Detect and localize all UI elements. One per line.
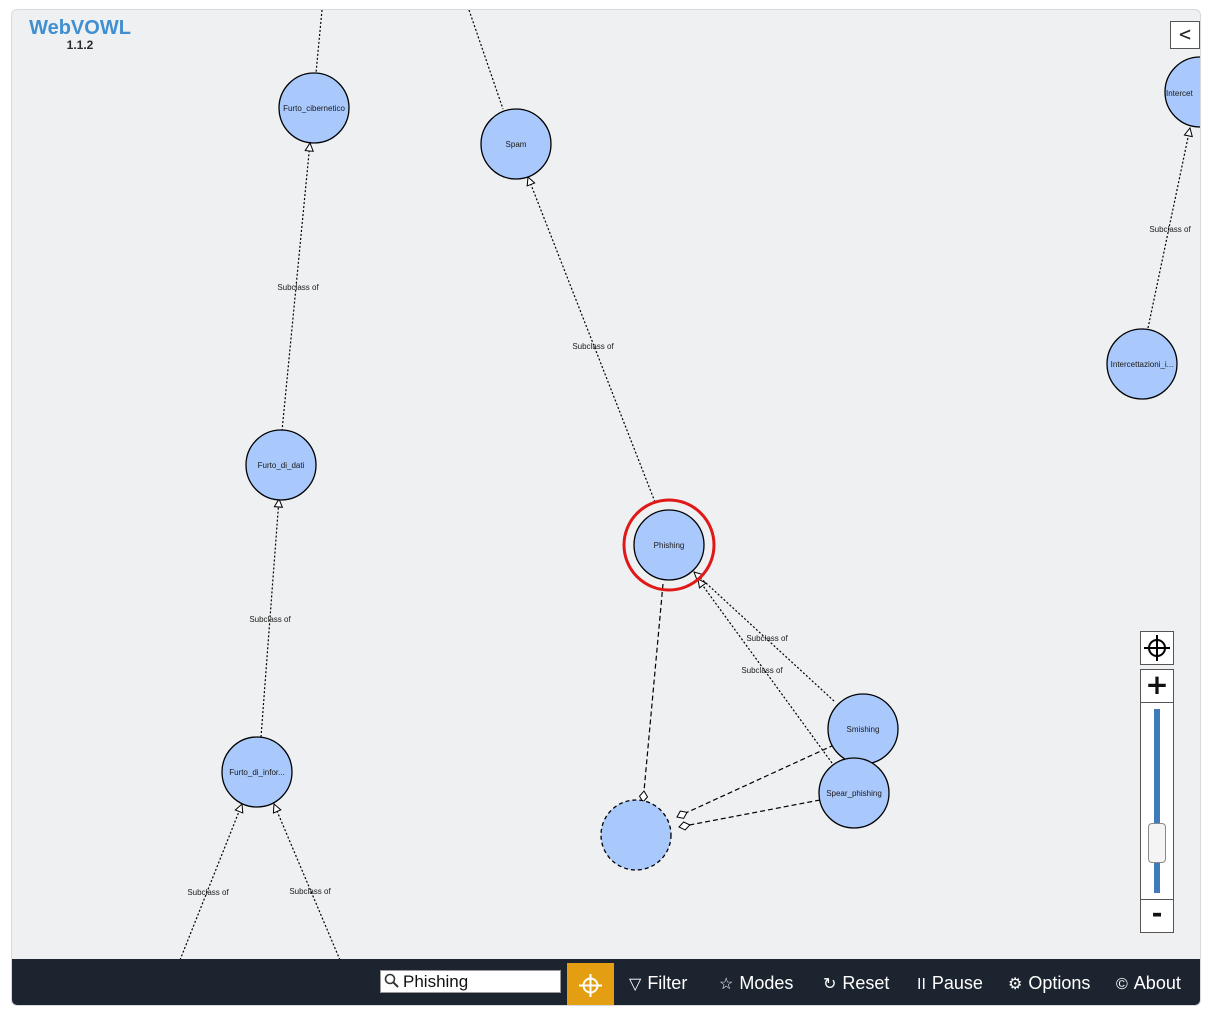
modes-label: Modes: [739, 973, 794, 993]
zoom-slider[interactable]: [1140, 703, 1174, 899]
filter-icon: ▽: [629, 976, 642, 993]
app-brand: WebVOWL 1.1.2: [25, 18, 135, 52]
node-label: Furto_di_dati: [258, 461, 305, 470]
app-version: 1.1.2: [66, 38, 94, 52]
node-spam[interactable]: Spam: [480, 108, 552, 180]
node-phishing[interactable]: Phishing: [622, 498, 716, 592]
edge-smishing-to-anonymous: [676, 744, 835, 819]
edge-label: Subclass of: [746, 634, 788, 643]
search-input[interactable]: [403, 972, 558, 991]
zoom-slider-thumb[interactable]: [1148, 822, 1166, 863]
edge-label: Subclass of: [289, 887, 331, 896]
node-label: Intercettazioni_i...: [1111, 360, 1174, 369]
crosshair-icon: [579, 974, 602, 997]
node-label: Phishing: [654, 541, 685, 550]
filter-label: Filter: [647, 973, 688, 993]
options-menu[interactable]: ⚙ Options: [1008, 971, 1090, 995]
app-title: WebVOWL: [29, 17, 131, 39]
edge-label: Subclass of: [1149, 225, 1191, 234]
zoom-controls: + -: [1140, 631, 1174, 934]
node-label: Intercet: [1166, 89, 1193, 98]
node-label: Furto_di_infor...: [229, 768, 285, 777]
copyright-icon: ©: [1116, 976, 1128, 993]
graph-canvas[interactable]: Subclass of Subclass of Subclass of Subc…: [11, 9, 1201, 1006]
star-icon: ☆: [719, 976, 734, 993]
node-spear-phishing[interactable]: Spear_phishing: [818, 757, 890, 829]
bottom-toolbar: ▽ Filter ☆ Modes ↻ Reset II Pause ⚙ Options ©…: [12, 959, 1200, 1005]
reset-icon: ↻: [823, 976, 837, 993]
edge-bottom-right-to-furto-di-infor: [274, 804, 341, 960]
crosshair-icon: [1144, 635, 1170, 661]
node-label: Smishing: [847, 725, 880, 734]
reset-label: Reset: [842, 973, 890, 993]
node-furto-cibernetico[interactable]: Furto_cibernetico: [278, 72, 350, 144]
sidebar-toggle-button[interactable]: <: [1170, 21, 1200, 49]
modes-menu[interactable]: ☆ Modes: [719, 971, 793, 995]
options-label: Options: [1028, 973, 1091, 993]
pause-icon: II: [917, 976, 926, 993]
edge-label: Subclass of: [741, 666, 783, 675]
gear-icon: ⚙: [1008, 976, 1023, 993]
pause-button[interactable]: II Pause: [917, 971, 983, 995]
node-intercet-partial[interactable]: Intercet: [1164, 56, 1200, 128]
node-intercettazioni[interactable]: Intercettazioni_i...: [1106, 328, 1178, 400]
edge-label: Subclass of: [187, 888, 229, 897]
ontology-graph[interactable]: Subclass of Subclass of Subclass of Subc…: [12, 10, 1200, 960]
edge-phishing-to-spam: [528, 177, 656, 503]
search-box[interactable]: [380, 970, 561, 993]
edge-spear-phishing-to-anonymous: [678, 799, 821, 831]
edge-top-to-spam: [468, 10, 504, 110]
center-graph-button[interactable]: [1140, 631, 1174, 665]
search-icon: [384, 973, 399, 988]
node-label: Furto_cibernetico: [283, 104, 345, 113]
zoom-slider-track: [1154, 709, 1160, 893]
filter-menu[interactable]: ▽ Filter: [629, 971, 687, 995]
edge-phishing-to-anonymous: [638, 583, 664, 803]
edge-label: Subclass of: [572, 342, 614, 351]
about-menu[interactable]: © About: [1116, 971, 1181, 995]
zoom-in-button[interactable]: +: [1140, 669, 1174, 703]
about-label: About: [1133, 973, 1181, 993]
pause-label: Pause: [931, 973, 983, 993]
node-anonymous-class[interactable]: [600, 799, 672, 871]
node-furto-di-dati[interactable]: Furto_di_dati: [245, 429, 317, 501]
edge-label: Subclass of: [277, 283, 319, 292]
edges: [179, 10, 1190, 960]
node-label: Spam: [506, 140, 527, 149]
node-furto-di-infor[interactable]: Furto_di_infor...: [221, 736, 293, 808]
reset-button[interactable]: ↻ Reset: [823, 971, 889, 995]
edge-label: Subclass of: [249, 615, 291, 624]
locate-search-button[interactable]: [567, 963, 614, 1005]
zoom-out-button[interactable]: -: [1140, 899, 1174, 933]
node-label: Spear_phishing: [826, 789, 882, 798]
edge-top-to-furto-cibernetico: [315, 10, 323, 74]
edge-bottom-left-to-furto-di-infor: [179, 804, 242, 960]
node-smishing[interactable]: Smishing: [827, 693, 899, 765]
